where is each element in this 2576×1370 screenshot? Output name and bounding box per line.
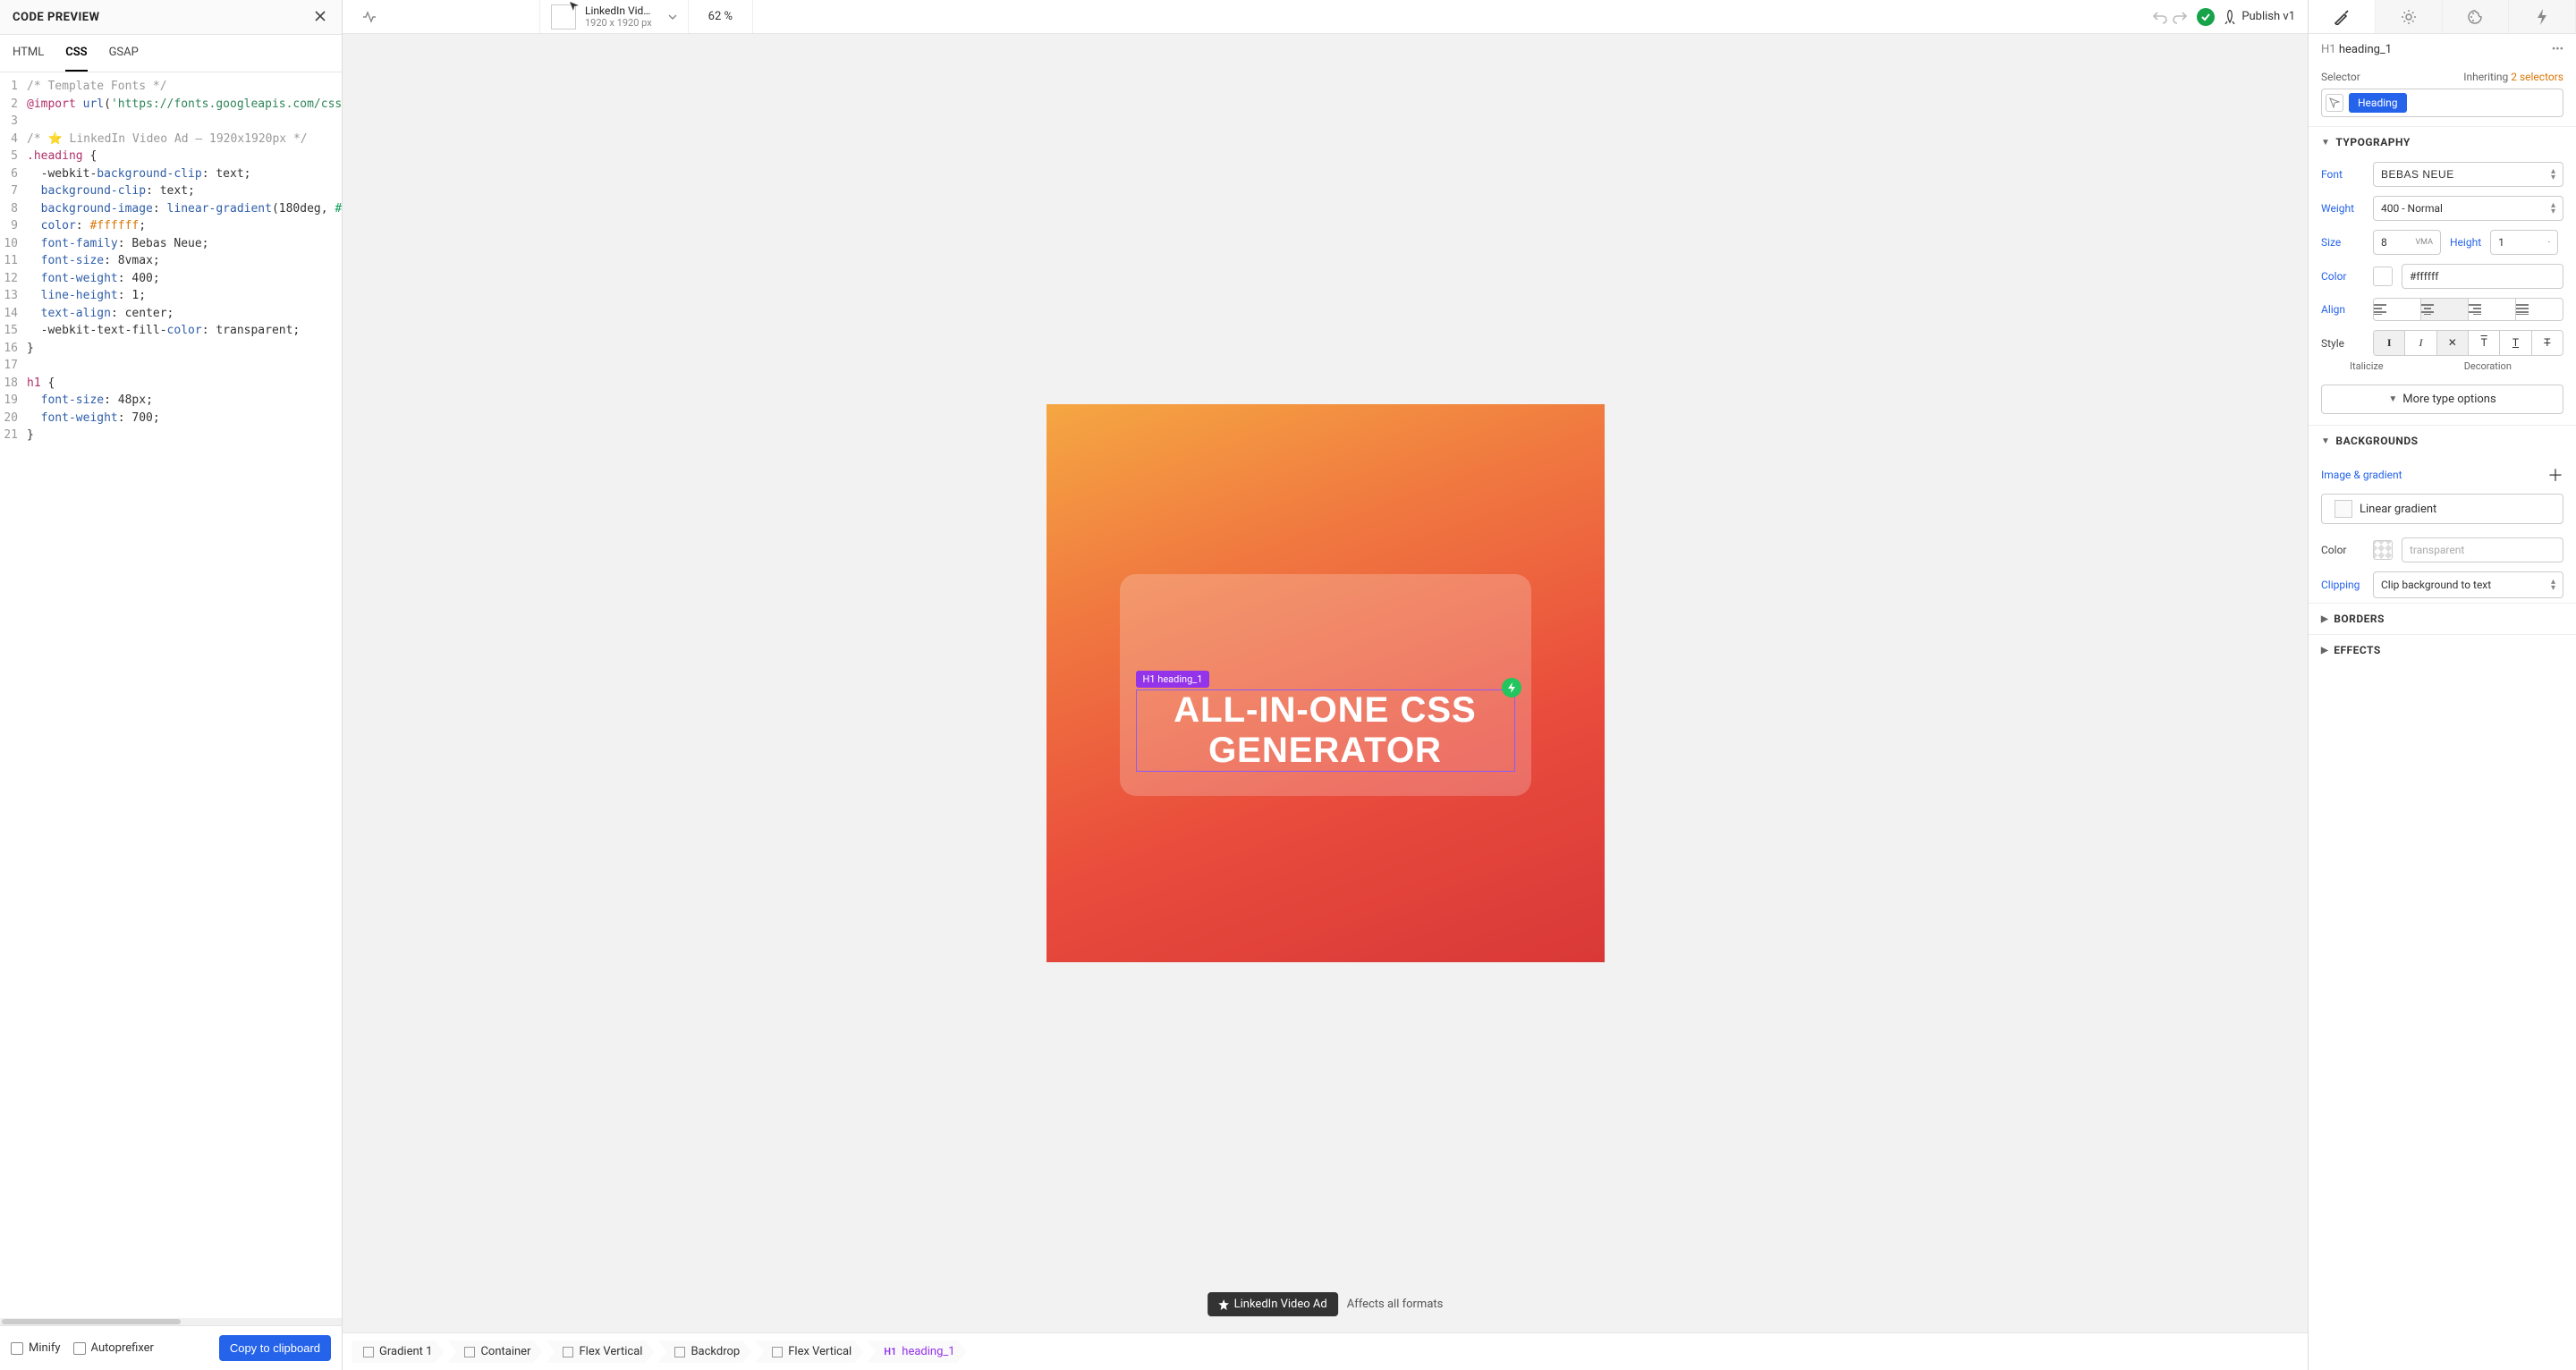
- align-center-button[interactable]: [2421, 299, 2469, 320]
- bolt-icon[interactable]: [1502, 678, 1521, 698]
- more-type-options-button[interactable]: ▼More type options: [2321, 385, 2563, 414]
- text-color-swatch[interactable]: [2373, 266, 2393, 286]
- breadcrumb-item[interactable]: H1heading_1: [867, 1340, 966, 1363]
- bg-color-swatch[interactable]: [2373, 540, 2393, 560]
- align-justify-button[interactable]: [2516, 299, 2563, 320]
- undo-icon[interactable]: [2152, 10, 2168, 24]
- effects-section-header[interactable]: ▶EFFECTS: [2309, 634, 2576, 665]
- style-regular-button[interactable]: I: [2374, 331, 2405, 355]
- size-input[interactable]: 8VMA: [2373, 230, 2441, 255]
- text-color-input[interactable]: #ffffff: [2402, 264, 2563, 289]
- align-right-button[interactable]: [2469, 299, 2516, 320]
- style-italic-button[interactable]: I: [2405, 331, 2436, 355]
- code-preview-title: CODE PREVIEW: [13, 11, 99, 24]
- size-label[interactable]: Size: [2321, 236, 2364, 249]
- activity-icon[interactable]: [362, 10, 377, 24]
- bg-color-label: Color: [2321, 544, 2364, 556]
- line-height-input[interactable]: 1-: [2490, 230, 2558, 255]
- minify-checkbox[interactable]: Minify: [11, 1341, 61, 1355]
- inspector-panel: H1 heading_1 ••• Selector Inheriting 2 s…: [2308, 0, 2576, 1370]
- status-check-icon: [2197, 8, 2215, 26]
- selector-chip[interactable]: Heading: [2349, 93, 2407, 113]
- weight-label[interactable]: Weight: [2321, 202, 2364, 215]
- color-label[interactable]: Color: [2321, 270, 2364, 283]
- selector-cursor-icon: [2326, 94, 2343, 112]
- font-select[interactable]: BEBAS NEUE▴▾: [2373, 162, 2563, 187]
- tab-palette[interactable]: [2443, 0, 2510, 33]
- tab-effects[interactable]: [2509, 0, 2576, 33]
- decoration-underline-button[interactable]: T: [2500, 331, 2531, 355]
- breadcrumb-item[interactable]: Flex Vertical: [546, 1340, 654, 1363]
- chevron-down-icon[interactable]: [668, 13, 677, 21]
- inheriting-count[interactable]: 2 selectors: [2511, 71, 2563, 83]
- tab-settings[interactable]: [2376, 0, 2443, 33]
- close-icon[interactable]: [313, 9, 329, 25]
- borders-section-header[interactable]: ▶BORDERS: [2309, 603, 2576, 634]
- backgrounds-section-header[interactable]: ▼BACKGROUNDS: [2309, 425, 2576, 456]
- breadcrumb-item[interactable]: Flex Vertical: [755, 1340, 863, 1363]
- selection-label: H1 heading_1: [1136, 671, 1210, 688]
- image-gradient-link[interactable]: Image & gradient: [2321, 469, 2402, 481]
- style-label: Style: [2321, 337, 2364, 350]
- align-label[interactable]: Align: [2321, 303, 2364, 316]
- font-label[interactable]: Font: [2321, 168, 2364, 181]
- element-name: heading_1: [2339, 43, 2392, 56]
- more-icon[interactable]: •••: [2552, 43, 2563, 56]
- canvas[interactable]: H1 heading_1 ALL-IN-ONE CSS GENERATOR: [1046, 404, 1605, 962]
- breadcrumb: Gradient 1ContainerFlex VerticalBackdrop…: [343, 1332, 2308, 1370]
- clipping-select[interactable]: Clip background to text▴▾: [2373, 571, 2563, 598]
- decoration-none-button[interactable]: ✕: [2437, 331, 2469, 355]
- tab-css[interactable]: CSS: [65, 35, 87, 72]
- autoprefixer-checkbox[interactable]: Autoprefixer: [73, 1341, 154, 1355]
- tab-html[interactable]: HTML: [13, 35, 44, 72]
- element-tag: H1: [2321, 43, 2336, 56]
- breadcrumb-item[interactable]: Container: [447, 1340, 542, 1363]
- canvas-area[interactable]: H1 heading_1 ALL-IN-ONE CSS GENERATOR Li…: [343, 34, 2308, 1332]
- horizontal-scrollbar[interactable]: [0, 1318, 342, 1325]
- decoration-overline-button[interactable]: T: [2469, 331, 2500, 355]
- project-picker[interactable]: LinkedIn Vid… 1920 x 1920 px: [539, 0, 689, 33]
- affects-text: Affects all formats: [1347, 1298, 1444, 1311]
- selected-element[interactable]: ALL-IN-ONE CSS GENERATOR: [1136, 689, 1515, 772]
- clipping-label[interactable]: Clipping: [2321, 579, 2364, 591]
- project-dimensions: 1920 x 1920 px: [585, 17, 652, 29]
- gradient-swatch: [2334, 500, 2352, 518]
- align-left-button[interactable]: [2374, 299, 2421, 320]
- add-gradient-button[interactable]: ＋: [2547, 463, 2563, 486]
- redo-icon[interactable]: [2172, 10, 2188, 24]
- heading-text: ALL-IN-ONE CSS GENERATOR: [1137, 690, 1514, 771]
- tab-gsap[interactable]: GSAP: [109, 35, 139, 72]
- gradient-item[interactable]: Linear gradient: [2321, 494, 2563, 524]
- format-chip[interactable]: LinkedIn Video Ad: [1208, 1292, 1338, 1316]
- code-tabs: HTML CSS GSAP: [0, 35, 342, 72]
- zoom-level[interactable]: 62 %: [689, 0, 753, 33]
- breadcrumb-item[interactable]: Backdrop: [657, 1340, 751, 1363]
- breadcrumb-item[interactable]: Gradient 1: [352, 1340, 444, 1363]
- code-preview-panel: CODE PREVIEW HTML CSS GSAP 1/* Template …: [0, 0, 343, 1370]
- project-thumbnail: [551, 4, 576, 30]
- project-name: LinkedIn Vid…: [585, 4, 652, 17]
- top-bar: LinkedIn Vid… 1920 x 1920 px 62 % Publis…: [343, 0, 2308, 34]
- publish-button[interactable]: Publish v1: [2224, 10, 2295, 24]
- copy-to-clipboard-button[interactable]: Copy to clipboard: [219, 1335, 331, 1361]
- selector-label: Selector: [2321, 71, 2360, 83]
- weight-select[interactable]: 400 - Normal▴▾: [2373, 196, 2563, 221]
- tab-style[interactable]: [2309, 0, 2376, 33]
- typography-section-header[interactable]: ▼TYPOGRAPHY: [2309, 126, 2576, 157]
- bg-color-input[interactable]: transparent: [2402, 537, 2563, 562]
- decoration-strike-button[interactable]: T: [2532, 331, 2563, 355]
- code-editor[interactable]: 1/* Template Fonts */2@import url('https…: [0, 72, 342, 1318]
- selector-input[interactable]: Heading: [2321, 89, 2563, 117]
- height-label[interactable]: Height: [2450, 236, 2481, 249]
